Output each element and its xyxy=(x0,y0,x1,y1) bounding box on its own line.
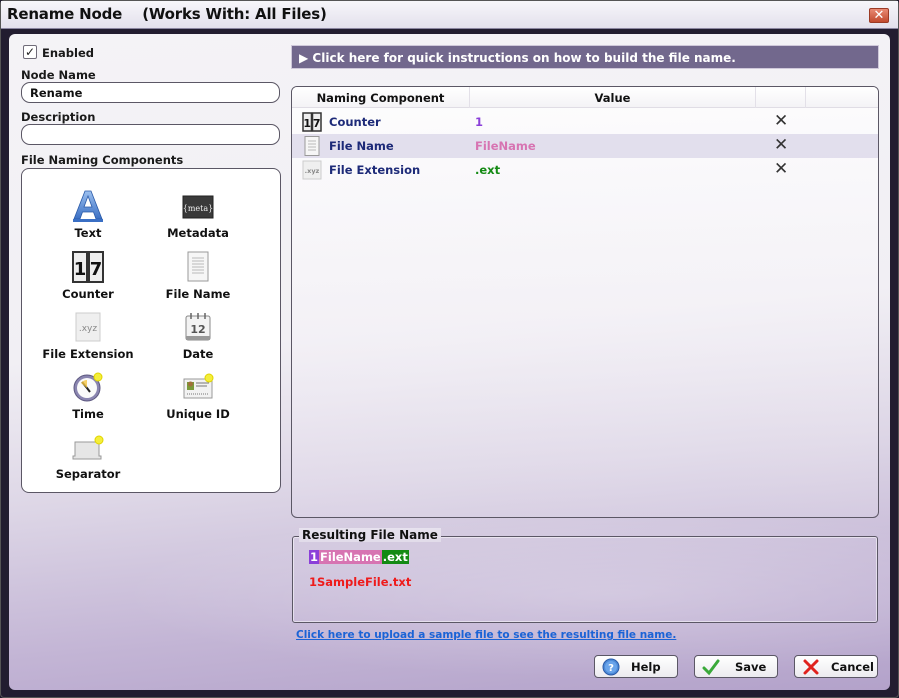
grid-header: Naming Component Value xyxy=(292,87,878,108)
separator-icon xyxy=(71,430,105,464)
component-time[interactable]: Time xyxy=(33,370,143,421)
result-legend: Resulting File Name xyxy=(299,528,441,542)
text-icon xyxy=(71,189,105,223)
node-name-input[interactable]: Rename xyxy=(21,82,280,103)
window-title: Rename Node (Works With: All Files) xyxy=(7,5,327,23)
component-label: Counter xyxy=(62,287,114,301)
pattern-segment-file-name: FileName xyxy=(319,550,382,564)
component-file-extension[interactable]: .xyz File Extension xyxy=(33,310,143,361)
grid-row-counter[interactable]: 17 Counter 1 ✕ xyxy=(292,110,878,134)
dialog-body: ✓ Enabled Node Name Rename Description F… xyxy=(9,34,890,690)
components-palette: Text {meta} Metadata 17 Counter File Nam… xyxy=(21,168,281,493)
counter-icon: 17 xyxy=(302,112,322,132)
file-name-icon xyxy=(302,136,322,156)
clock-icon xyxy=(71,370,105,404)
svg-text:.xyz: .xyz xyxy=(79,324,98,334)
row-value[interactable]: FileName xyxy=(475,139,536,153)
grid-row-file-name[interactable]: File Name FileName ✕ xyxy=(292,134,878,158)
column-header-extra xyxy=(806,87,878,108)
component-date[interactable]: 12 Date xyxy=(143,310,253,361)
naming-components-grid: Naming Component Value 17 Counter 1 ✕ Fi… xyxy=(291,86,879,518)
file-extension-icon: .xyz xyxy=(71,310,105,344)
delete-row-button[interactable]: ✕ xyxy=(774,111,788,131)
node-name-label: Node Name xyxy=(21,68,96,82)
help-icon: ? xyxy=(602,658,620,676)
upload-sample-link[interactable]: Click here to upload a sample file to se… xyxy=(296,629,676,641)
rename-node-dialog: Rename Node (Works With: All Files) ✕ ✓ … xyxy=(0,0,899,698)
component-counter[interactable]: 17 Counter xyxy=(33,250,143,301)
svg-text:7: 7 xyxy=(313,117,321,130)
component-file-name[interactable]: File Name xyxy=(143,250,253,301)
column-header-delete xyxy=(756,87,806,108)
svg-text:.xyz: .xyz xyxy=(305,167,320,175)
metadata-icon: {meta} xyxy=(181,189,215,223)
save-button[interactable]: Save xyxy=(694,655,778,678)
component-text[interactable]: Text xyxy=(33,189,143,240)
grid-row-file-extension[interactable]: .xyz File Extension .ext ✕ xyxy=(292,158,878,182)
counter-icon: 17 xyxy=(71,250,105,284)
svg-text:1: 1 xyxy=(74,259,87,280)
description-input[interactable] xyxy=(21,124,280,145)
svg-text:12: 12 xyxy=(190,323,205,336)
pattern-segment-extension: .ext xyxy=(381,550,409,564)
cancel-label: Cancel xyxy=(831,660,874,674)
help-button[interactable]: ? Help xyxy=(594,655,678,678)
file-extension-icon: .xyz xyxy=(302,160,322,180)
component-label: Time xyxy=(72,407,104,421)
id-card-icon xyxy=(181,370,215,404)
file-name-icon xyxy=(181,250,215,284)
help-label: Help xyxy=(631,660,661,674)
component-unique-id[interactable]: Unique ID xyxy=(143,370,253,421)
component-metadata[interactable]: {meta} Metadata xyxy=(143,189,253,240)
component-label: File Name xyxy=(165,287,231,301)
save-label: Save xyxy=(735,660,767,674)
description-label: Description xyxy=(21,110,96,124)
resulting-file-name-group: Resulting File Name 1 FileName .ext 1Sampl… xyxy=(292,528,878,623)
cancel-button[interactable]: Cancel xyxy=(794,655,878,678)
instructions-toggle[interactable]: ▶ Click here for quick instructions on h… xyxy=(291,45,879,69)
delete-row-button[interactable]: ✕ xyxy=(774,159,788,179)
svg-text:{meta}: {meta} xyxy=(183,204,213,213)
close-button[interactable]: ✕ xyxy=(869,8,889,23)
component-label: Unique ID xyxy=(166,407,230,421)
row-component-name: File Name xyxy=(329,139,394,153)
enabled-checkbox[interactable]: ✓ xyxy=(23,45,37,59)
delete-row-button[interactable]: ✕ xyxy=(774,135,788,155)
component-label: Separator xyxy=(55,467,121,481)
calendar-icon: 12 xyxy=(181,310,215,344)
svg-text:7: 7 xyxy=(90,259,103,280)
svg-text:?: ? xyxy=(608,663,614,674)
checkmark-icon xyxy=(702,658,720,676)
row-value[interactable]: .ext xyxy=(475,163,500,177)
cancel-x-icon xyxy=(802,658,820,676)
component-label: Text xyxy=(74,226,102,240)
expand-arrow-icon: ▶ xyxy=(299,51,309,65)
row-component-name: Counter xyxy=(329,115,381,129)
sample-result: 1SampleFile.txt xyxy=(309,575,412,589)
file-name-pattern: 1 FileName .ext xyxy=(309,550,409,564)
instructions-text: Click here for quick instructions on how… xyxy=(312,51,736,65)
enabled-label: Enabled xyxy=(42,46,95,60)
component-label: File Extension xyxy=(42,347,134,361)
row-value[interactable]: 1 xyxy=(475,115,483,129)
component-label: Metadata xyxy=(167,226,229,240)
column-header-component[interactable]: Naming Component xyxy=(292,87,470,108)
components-label: File Naming Components xyxy=(21,153,184,167)
component-label: Date xyxy=(182,347,214,361)
title-bar: Rename Node (Works With: All Files) ✕ xyxy=(1,1,898,29)
pattern-segment-counter: 1 xyxy=(309,550,320,564)
column-header-value[interactable]: Value xyxy=(470,87,756,108)
row-component-name: File Extension xyxy=(329,163,421,177)
svg-text:1: 1 xyxy=(303,117,311,130)
component-separator[interactable]: Separator xyxy=(33,430,143,481)
